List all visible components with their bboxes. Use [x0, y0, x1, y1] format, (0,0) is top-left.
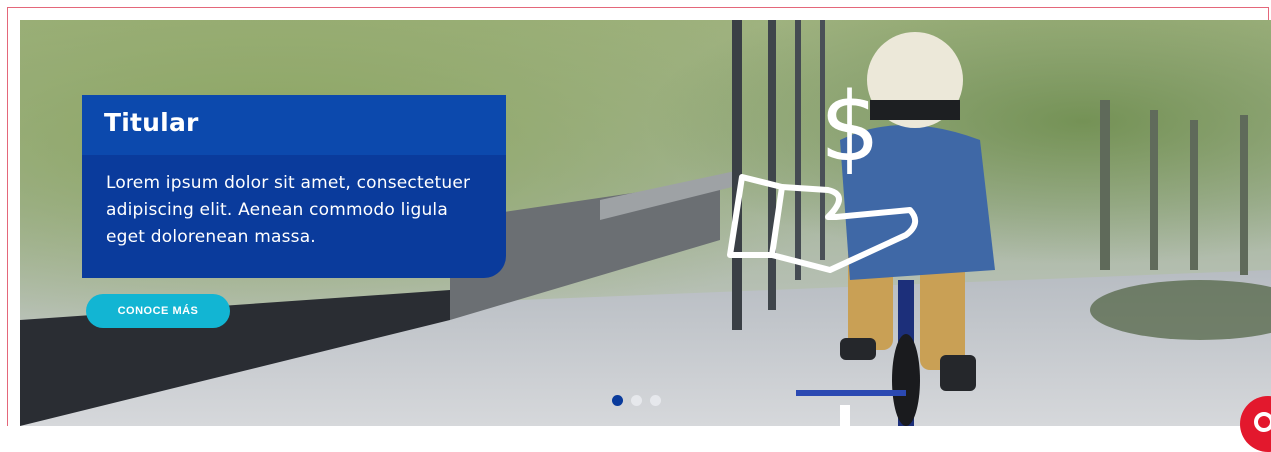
hero-banner: $ Titular Lorem ipsum dolor sit amet, co…: [20, 20, 1271, 426]
carousel-dots: [612, 395, 661, 407]
hand-dollar-icon: $: [727, 73, 919, 273]
carousel-dot-3[interactable]: [650, 395, 661, 406]
promo-title: Titular: [104, 108, 199, 137]
promo-description: Lorem ipsum dolor sit amet, consectetuer…: [106, 173, 471, 247]
carousel-dot-2[interactable]: [631, 395, 642, 406]
conoce-mas-button[interactable]: CONOCE MÁS: [86, 294, 230, 328]
carousel-dot-1[interactable]: [612, 395, 623, 406]
svg-text:$: $: [820, 73, 880, 183]
promo-card: Titular Lorem ipsum dolor sit amet, cons…: [82, 95, 506, 278]
promo-card-header: Titular: [82, 95, 506, 155]
